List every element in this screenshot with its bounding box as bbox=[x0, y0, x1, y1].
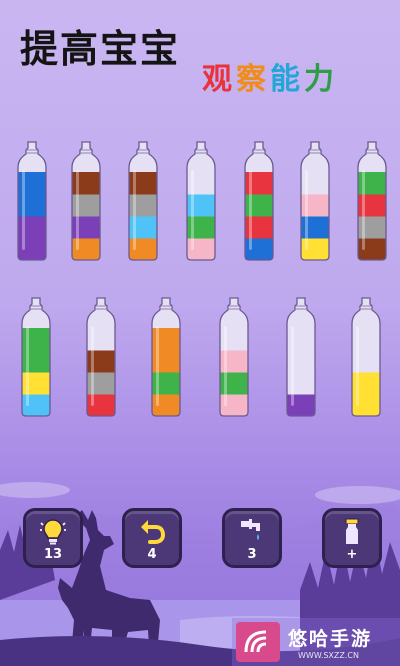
liquid-layer bbox=[72, 194, 100, 217]
liquid-layer bbox=[152, 328, 180, 351]
bottle-graphic bbox=[357, 141, 387, 261]
tap-button[interactable]: 3 bbox=[222, 508, 282, 568]
liquid-layer bbox=[22, 372, 50, 395]
bottle-row1-5[interactable] bbox=[243, 140, 275, 262]
bottle-graphic bbox=[21, 297, 51, 417]
bottle-row1-4[interactable] bbox=[185, 140, 217, 262]
liquid-layer bbox=[187, 238, 215, 260]
bottle-row1-1[interactable] bbox=[16, 140, 48, 262]
liquid-layer bbox=[287, 328, 315, 351]
liquid-layer bbox=[352, 394, 380, 416]
bottle-row2-5[interactable] bbox=[285, 296, 317, 418]
liquid-layer bbox=[352, 328, 380, 351]
liquid-layer bbox=[129, 194, 157, 217]
liquid-layer bbox=[220, 328, 248, 351]
bottle-row2-3[interactable] bbox=[150, 296, 182, 418]
liquid-layer bbox=[22, 350, 50, 373]
title-char: 观 bbox=[202, 62, 236, 97]
liquid-layer bbox=[352, 350, 380, 373]
liquid-layer bbox=[245, 194, 273, 217]
bottle-row1-6[interactable] bbox=[299, 140, 331, 262]
bottle-graphic bbox=[244, 141, 274, 261]
liquid-layer bbox=[22, 328, 50, 351]
liquid-layer bbox=[358, 216, 386, 239]
liquid-layer bbox=[152, 372, 180, 395]
liquid-layer bbox=[358, 172, 386, 195]
undo-arrow-icon bbox=[141, 520, 166, 544]
liquid-layer bbox=[220, 350, 248, 373]
liquid-layer bbox=[287, 394, 315, 416]
hint-count: 13 bbox=[43, 547, 63, 562]
liquid-layer bbox=[87, 394, 115, 416]
bottle-graphic bbox=[71, 141, 101, 261]
undo-count: 4 bbox=[147, 547, 157, 562]
liquid-layer bbox=[72, 172, 100, 195]
liquid-layer bbox=[72, 238, 100, 260]
bottle-graphic bbox=[186, 141, 216, 261]
add-bottle-button[interactable]: + bbox=[322, 508, 382, 568]
undo-button[interactable]: 4 bbox=[122, 508, 182, 568]
liquid-layer bbox=[220, 372, 248, 395]
liquid-layer bbox=[18, 238, 46, 260]
bottle-row1-3[interactable] bbox=[127, 140, 159, 262]
title-line-2: 观察能力 bbox=[202, 54, 338, 98]
liquid-layer bbox=[287, 350, 315, 373]
liquid-layer bbox=[18, 194, 46, 217]
bottle-row2-6[interactable] bbox=[350, 296, 382, 418]
liquid-layer bbox=[87, 350, 115, 373]
liquid-layer bbox=[287, 372, 315, 395]
bottle-graphic bbox=[128, 141, 158, 261]
bottle-graphic bbox=[219, 297, 249, 417]
bottle-graphic bbox=[286, 297, 316, 417]
liquid-layer bbox=[358, 238, 386, 260]
bottle-graphic bbox=[17, 141, 47, 261]
bottle-graphic bbox=[300, 141, 330, 261]
liquid-layer bbox=[301, 216, 329, 239]
watermark-subtext: WWW.SXZZ.CN bbox=[298, 651, 359, 660]
liquid-layer bbox=[129, 216, 157, 239]
add-bottle-icon bbox=[345, 518, 359, 544]
bottle-row1-2[interactable] bbox=[70, 140, 102, 262]
liquid-layer bbox=[187, 194, 215, 217]
liquid-layer bbox=[18, 172, 46, 195]
tap-count: 3 bbox=[247, 547, 257, 562]
liquid-layer bbox=[301, 172, 329, 195]
bottle-row2-1[interactable] bbox=[20, 296, 52, 418]
liquid-layer bbox=[352, 372, 380, 395]
liquid-layer bbox=[245, 172, 273, 195]
liquid-layer bbox=[358, 194, 386, 217]
bottle-graphic bbox=[86, 297, 116, 417]
liquid-layer bbox=[87, 328, 115, 351]
title-char: 能 bbox=[270, 62, 304, 97]
liquid-layer bbox=[301, 238, 329, 260]
liquid-layer bbox=[187, 216, 215, 239]
watermark-text: 悠哈手游 bbox=[288, 628, 373, 650]
liquid-layer bbox=[129, 238, 157, 260]
liquid-layer bbox=[18, 216, 46, 239]
bottle-graphic bbox=[351, 297, 381, 417]
bottle-graphic bbox=[151, 297, 181, 417]
add-bottle-count: + bbox=[346, 547, 358, 562]
liquid-layer bbox=[245, 238, 273, 260]
title-char: 察 bbox=[236, 62, 270, 97]
liquid-layer bbox=[301, 194, 329, 217]
liquid-layer bbox=[245, 216, 273, 239]
liquid-layer bbox=[87, 372, 115, 395]
bottle-row2-4[interactable] bbox=[218, 296, 250, 418]
title-char: 力 bbox=[304, 62, 338, 97]
faucet-icon bbox=[241, 519, 260, 540]
liquid-layer bbox=[152, 350, 180, 373]
lightbulb-icon bbox=[40, 519, 66, 545]
liquid-layer bbox=[220, 394, 248, 416]
liquid-layer bbox=[129, 172, 157, 195]
liquid-layer bbox=[152, 394, 180, 416]
bottle-row1-7[interactable] bbox=[356, 140, 388, 262]
hint-button[interactable]: 13 bbox=[23, 508, 83, 568]
title-line-1: 提高宝宝 bbox=[20, 27, 181, 71]
liquid-layer bbox=[187, 172, 215, 195]
liquid-layer bbox=[72, 216, 100, 239]
bottle-row2-2[interactable] bbox=[85, 296, 117, 418]
liquid-layer bbox=[22, 394, 50, 416]
